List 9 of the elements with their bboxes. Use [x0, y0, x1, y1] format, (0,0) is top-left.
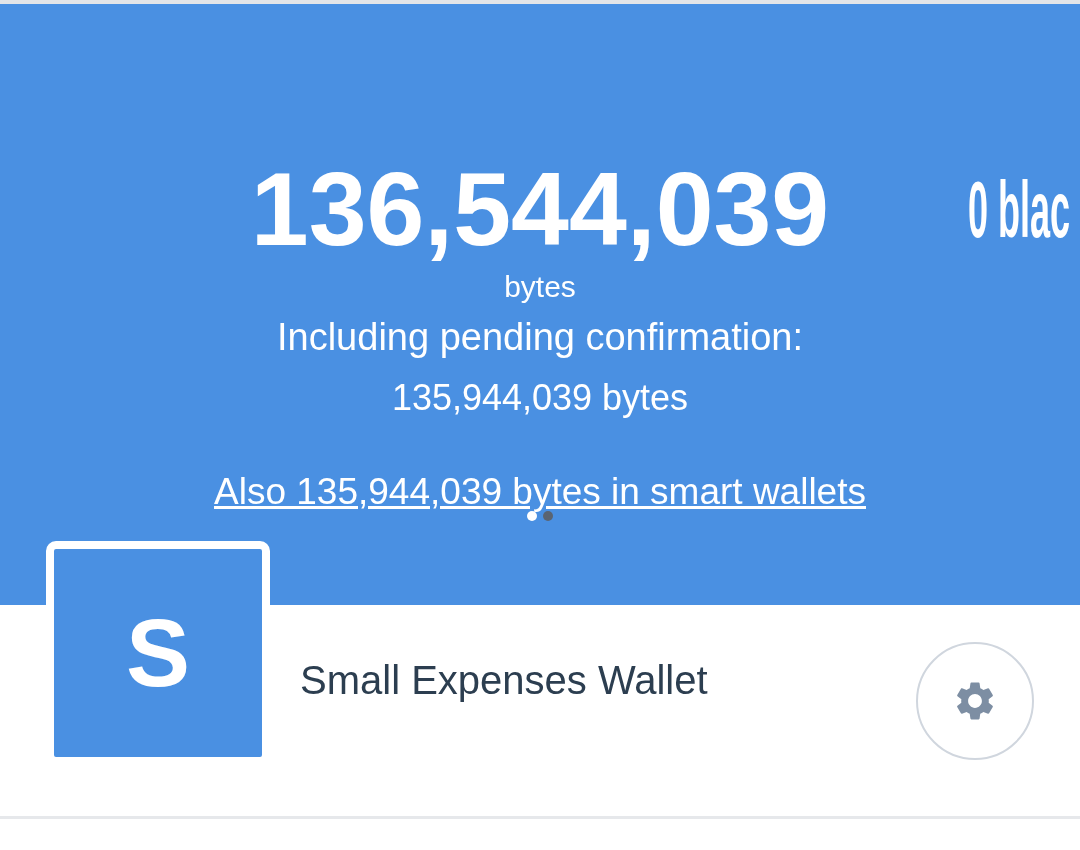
balance-amount: 136,544,039 — [250, 154, 830, 264]
pager-dot[interactable] — [527, 511, 537, 521]
pending-label: Including pending confirmation: — [277, 316, 803, 359]
smart-wallets-link[interactable]: Also 135,944,039 bytes in smart wallets — [214, 471, 866, 513]
wallet-name: Small Expenses Wallet — [300, 658, 708, 703]
balance-unit: bytes — [504, 270, 576, 304]
pending-amount: 135,944,039 bytes — [391, 377, 689, 419]
pager-dot[interactable] — [543, 511, 553, 521]
next-balance-amount: 0 blac — [968, 164, 1071, 256]
